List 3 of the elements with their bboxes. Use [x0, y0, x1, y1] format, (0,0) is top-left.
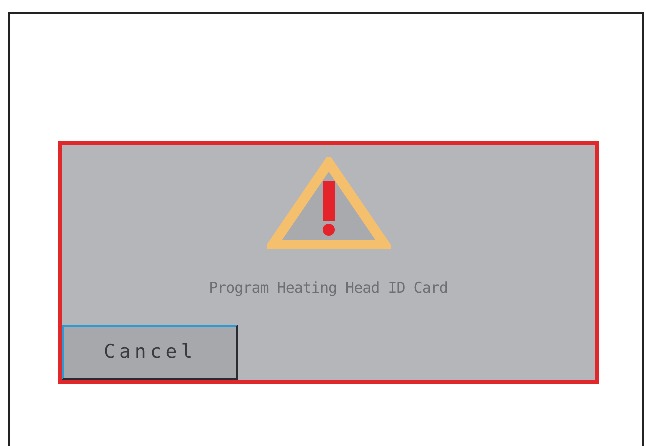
dialog-message: Program Heating Head ID Card: [208, 278, 449, 299]
warning-icon: [266, 157, 390, 249]
cancel-button[interactable]: Cancel: [62, 325, 238, 380]
